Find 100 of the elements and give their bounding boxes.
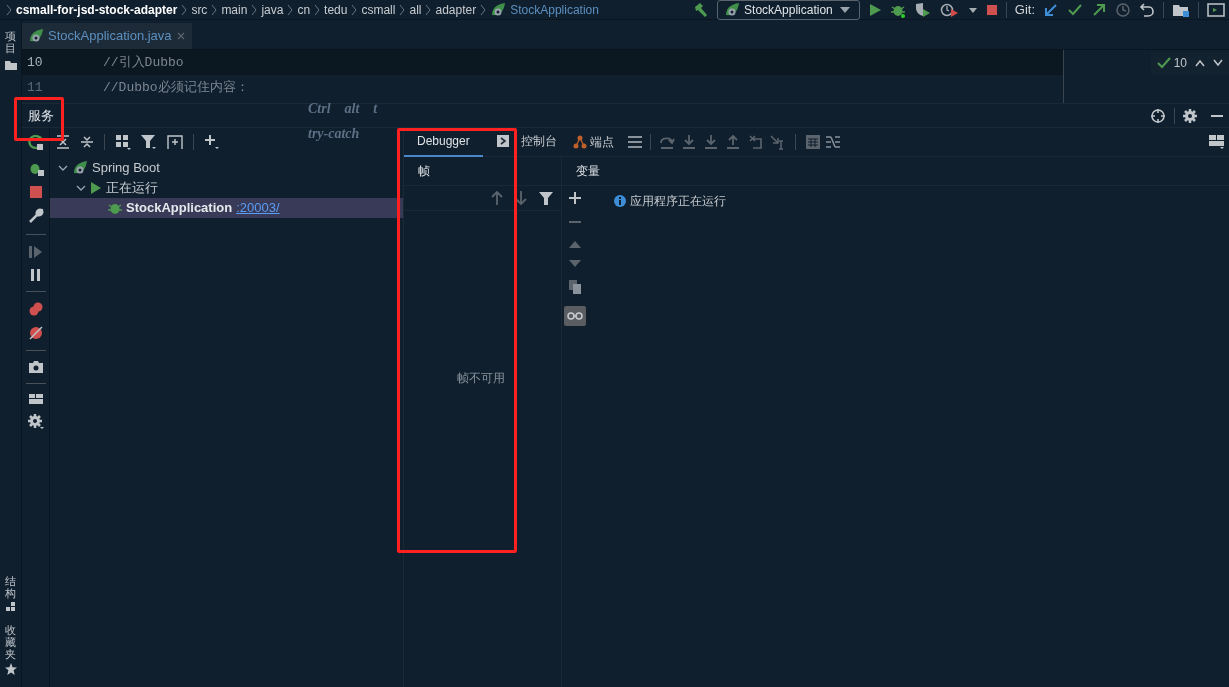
new-tab-icon[interactable] (167, 134, 183, 150)
debugger-tab[interactable]: 控制台 (488, 127, 559, 157)
menu-icon[interactable] (627, 136, 642, 148)
move-down-icon[interactable] (569, 260, 581, 268)
mute-breakpoints-icon[interactable] (28, 326, 43, 340)
chevron-down-icon[interactable] (58, 164, 68, 172)
run-icon[interactable] (867, 2, 882, 17)
chevron-down-icon[interactable] (1213, 59, 1223, 67)
chevron-separator-icon (287, 3, 294, 16)
tool-window-tab[interactable]: 结构 (5, 574, 16, 599)
chevron-down-icon[interactable] (76, 184, 86, 192)
chevron-separator-icon (251, 3, 258, 16)
stop-icon[interactable] (985, 3, 998, 16)
step-over-icon[interactable] (658, 134, 675, 150)
debugger-tab[interactable]: Debugger (404, 127, 483, 157)
force-step-into-icon[interactable] (702, 134, 719, 150)
breadcrumb-item[interactable]: all (409, 0, 422, 19)
clock-icon[interactable] (1115, 1, 1131, 18)
chevron-separator-icon (351, 3, 358, 16)
rerun-icon[interactable] (27, 134, 44, 150)
chevron-up-icon[interactable] (1195, 59, 1205, 67)
status-message: 应用程序正在运行 (614, 192, 726, 210)
empty-state-text: 帧不可用 (457, 370, 505, 387)
undo-icon[interactable] (1139, 1, 1155, 18)
breakpoints-tab[interactable]: 端点 (572, 133, 614, 151)
filter-icon[interactable] (539, 191, 553, 205)
pane-title: 帧 (418, 163, 430, 180)
breadcrumb-item[interactable]: tedu (324, 0, 348, 19)
tree-item[interactable]: 正在运行 (106, 178, 158, 198)
shield-run-icon[interactable] (913, 1, 932, 18)
chevron-separator-icon (399, 3, 406, 16)
tree-item[interactable]: Spring Boot (92, 158, 160, 178)
breadcrumb-item[interactable]: src (191, 0, 208, 19)
breadcrumb-item[interactable]: StockApplication (510, 0, 599, 19)
breadcrumb-item[interactable]: csmall-for-jsd-stock-adapter (16, 0, 178, 19)
settings-icon[interactable] (1183, 108, 1197, 123)
layout-icon[interactable] (1209, 135, 1225, 149)
add-icon[interactable] (204, 134, 220, 150)
resume-icon[interactable] (28, 245, 43, 259)
arrow-down-icon[interactable] (515, 191, 527, 205)
handwritten-note: try-catch (308, 125, 360, 143)
editor-tab[interactable]: StockApplication.java (22, 23, 192, 49)
add-icon[interactable] (569, 192, 581, 204)
camera-icon[interactable] (28, 361, 43, 373)
watches-toggle-button[interactable] (564, 306, 586, 326)
console-icon (496, 135, 509, 147)
handwritten-note: Ctrl (308, 100, 331, 118)
pane-title: 变量 (576, 163, 600, 180)
move-up-icon[interactable] (569, 240, 581, 248)
pause-icon[interactable] (29, 269, 42, 281)
git-label: Git: (1014, 0, 1035, 19)
collapse-all-icon[interactable] (80, 135, 94, 149)
port-link[interactable]: :20003/ (236, 198, 280, 218)
breakpoints-icon[interactable] (28, 302, 43, 316)
run-configuration-dropdown[interactable]: StockApplication (717, 0, 860, 20)
chevron-separator-icon (480, 3, 487, 16)
code-comment: //引入Dubbo (102, 53, 184, 72)
expand-all-icon[interactable] (56, 135, 70, 149)
arrow-down-left-icon[interactable] (1043, 1, 1059, 18)
chevron-separator-icon (211, 3, 218, 16)
filter-icon[interactable] (141, 134, 157, 150)
info-icon (614, 195, 626, 207)
breadcrumb-item[interactable]: adapter (435, 0, 477, 19)
stop-icon[interactable] (29, 186, 42, 198)
layout-icon[interactable] (28, 394, 43, 404)
run-icon (90, 182, 102, 194)
hammer-icon[interactable] (693, 1, 710, 18)
calculator-icon[interactable] (805, 135, 820, 149)
tree-item[interactable]: StockApplication (126, 198, 233, 218)
folder-icon[interactable] (4, 60, 17, 71)
chevron-separator-icon (425, 3, 432, 16)
handwritten-note: alt (344, 100, 360, 118)
star-icon[interactable] (4, 663, 17, 675)
line-number: 10 (26, 53, 44, 72)
spring-leaf-icon (724, 1, 741, 18)
code-comment: //Dubbo必须记住内容： (102, 78, 249, 97)
step-out-icon[interactable] (724, 134, 741, 150)
arrow-up-right-icon[interactable] (1091, 1, 1107, 18)
terminal-window-icon[interactable] (1207, 1, 1225, 18)
breadcrumb-item[interactable]: java (261, 0, 284, 19)
breadcrumb-item[interactable]: cn (297, 0, 311, 19)
glasses-icon (567, 312, 583, 320)
chevron-separator-icon (314, 3, 321, 16)
breadcrumb-item[interactable]: csmall (361, 0, 396, 19)
close-icon[interactable] (175, 31, 186, 41)
tool-window-tab[interactable]: 项目 (5, 30, 16, 55)
structure-icon[interactable] (5, 601, 16, 612)
caret-icon[interactable] (967, 5, 978, 14)
arrow-up-icon[interactable] (491, 191, 503, 205)
timer-run-icon[interactable] (939, 1, 960, 18)
tool-window-tab[interactable]: 收藏夹 (5, 623, 16, 660)
group-icon[interactable] (115, 134, 131, 150)
settings-icon[interactable] (27, 414, 44, 430)
breadcrumb-item[interactable]: main (221, 0, 248, 19)
panel-title[interactable]: 服务 (28, 105, 54, 126)
crosshair-icon[interactable] (1150, 107, 1166, 124)
step-into-icon[interactable] (680, 134, 697, 150)
copy-icon[interactable] (569, 280, 581, 294)
breakpoints-icon (572, 135, 587, 149)
bug-icon (108, 201, 122, 215)
